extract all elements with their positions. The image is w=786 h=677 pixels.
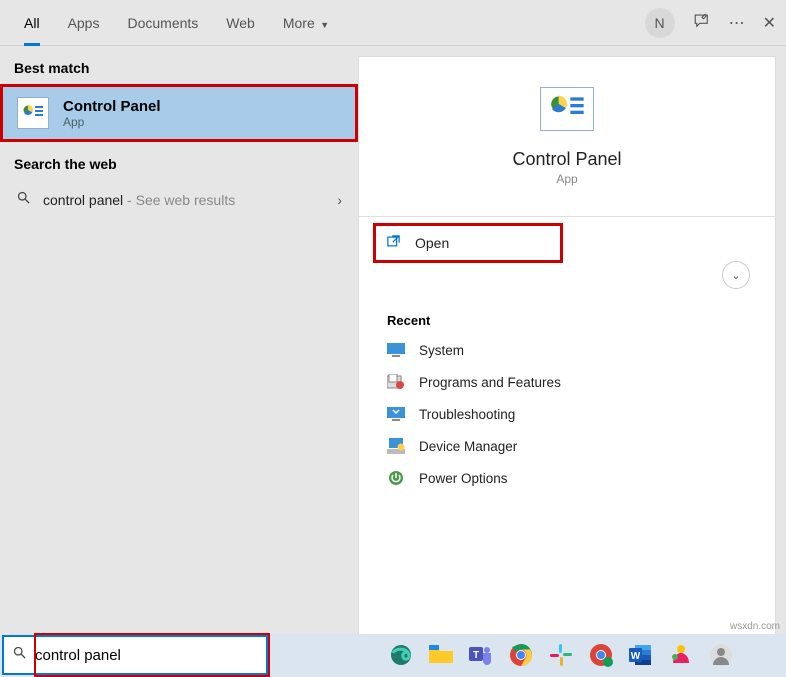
taskbar-avatar-icon[interactable] xyxy=(708,642,734,668)
device-manager-icon xyxy=(387,437,405,455)
svg-text:T: T xyxy=(473,650,479,661)
results-panel: Best match Control Panel App Search the … xyxy=(0,46,358,636)
best-match-title: Control Panel xyxy=(63,98,161,115)
taskbar-app-icon[interactable] xyxy=(668,642,694,668)
preview-title: Control Panel xyxy=(359,149,775,170)
taskbar-explorer-icon[interactable] xyxy=(428,642,454,668)
recent-heading: Recent xyxy=(359,293,775,334)
recent-item-label: Power Options xyxy=(419,471,508,486)
search-icon xyxy=(12,645,27,665)
search-web-heading: Search the web xyxy=(0,142,358,180)
recent-item-label: System xyxy=(419,343,464,358)
best-match-heading: Best match xyxy=(0,46,358,84)
search-icon xyxy=(16,190,31,210)
recent-item-troubleshooting[interactable]: Troubleshooting xyxy=(359,398,775,430)
feedback-icon[interactable] xyxy=(693,12,711,35)
caret-down-icon: ▼ xyxy=(318,20,329,30)
chevron-down-icon: ⌄ xyxy=(731,269,740,282)
best-match-subtitle: App xyxy=(63,115,161,129)
recent-item-label: Programs and Features xyxy=(419,375,561,390)
tab-more[interactable]: More ▼ xyxy=(269,0,343,46)
expand-actions-button[interactable]: ⌄ xyxy=(722,261,750,289)
recent-item-power-options[interactable]: Power Options xyxy=(359,462,775,494)
control-panel-icon xyxy=(540,87,594,131)
search-web-result[interactable]: control panel - See web results › xyxy=(0,180,358,220)
troubleshoot-icon xyxy=(387,405,405,423)
close-icon[interactable]: ✕ xyxy=(763,13,776,33)
taskbar-teams-icon[interactable]: T xyxy=(468,642,494,668)
taskbar: T W xyxy=(0,634,786,676)
taskbar-edge-icon[interactable] xyxy=(388,642,414,668)
search-filter-tabs: All Apps Documents Web More ▼ N ⋯ ✕ xyxy=(0,0,786,46)
power-icon xyxy=(387,469,405,487)
open-button[interactable]: Open xyxy=(373,223,563,263)
watermark: wsxdn.com xyxy=(730,621,780,632)
control-panel-icon xyxy=(17,97,49,129)
more-options-icon[interactable]: ⋯ xyxy=(729,13,745,33)
best-match-control-panel[interactable]: Control Panel App xyxy=(0,84,358,142)
recent-item-device-manager[interactable]: Device Manager xyxy=(359,430,775,462)
tab-all[interactable]: All xyxy=(10,0,54,46)
recent-item-system[interactable]: System xyxy=(359,334,775,366)
taskbar-chrome-icon[interactable] xyxy=(508,642,534,668)
user-avatar[interactable]: N xyxy=(645,8,675,38)
web-result-text: control panel - See web results xyxy=(43,192,325,208)
recent-item-label: Troubleshooting xyxy=(419,407,515,422)
programs-icon xyxy=(387,373,405,391)
taskbar-word-icon[interactable]: W xyxy=(628,642,654,668)
recent-item-programs[interactable]: Programs and Features xyxy=(359,366,775,398)
preview-panel: Control Panel App Open ⌄ Recent System xyxy=(358,56,776,636)
system-icon xyxy=(387,341,405,359)
tab-web[interactable]: Web xyxy=(212,0,269,46)
taskbar-slack-icon[interactable] xyxy=(548,642,574,668)
open-icon xyxy=(386,234,401,252)
recent-item-label: Device Manager xyxy=(419,439,517,454)
taskbar-search[interactable] xyxy=(2,635,268,675)
taskbar-chrome-canary-icon[interactable] xyxy=(588,642,614,668)
preview-subtitle: App xyxy=(359,172,775,186)
search-input[interactable] xyxy=(35,647,235,664)
tab-documents[interactable]: Documents xyxy=(113,0,212,46)
tab-apps[interactable]: Apps xyxy=(54,0,114,46)
open-label: Open xyxy=(415,235,449,251)
svg-text:W: W xyxy=(631,651,641,662)
chevron-right-icon: › xyxy=(337,192,342,208)
